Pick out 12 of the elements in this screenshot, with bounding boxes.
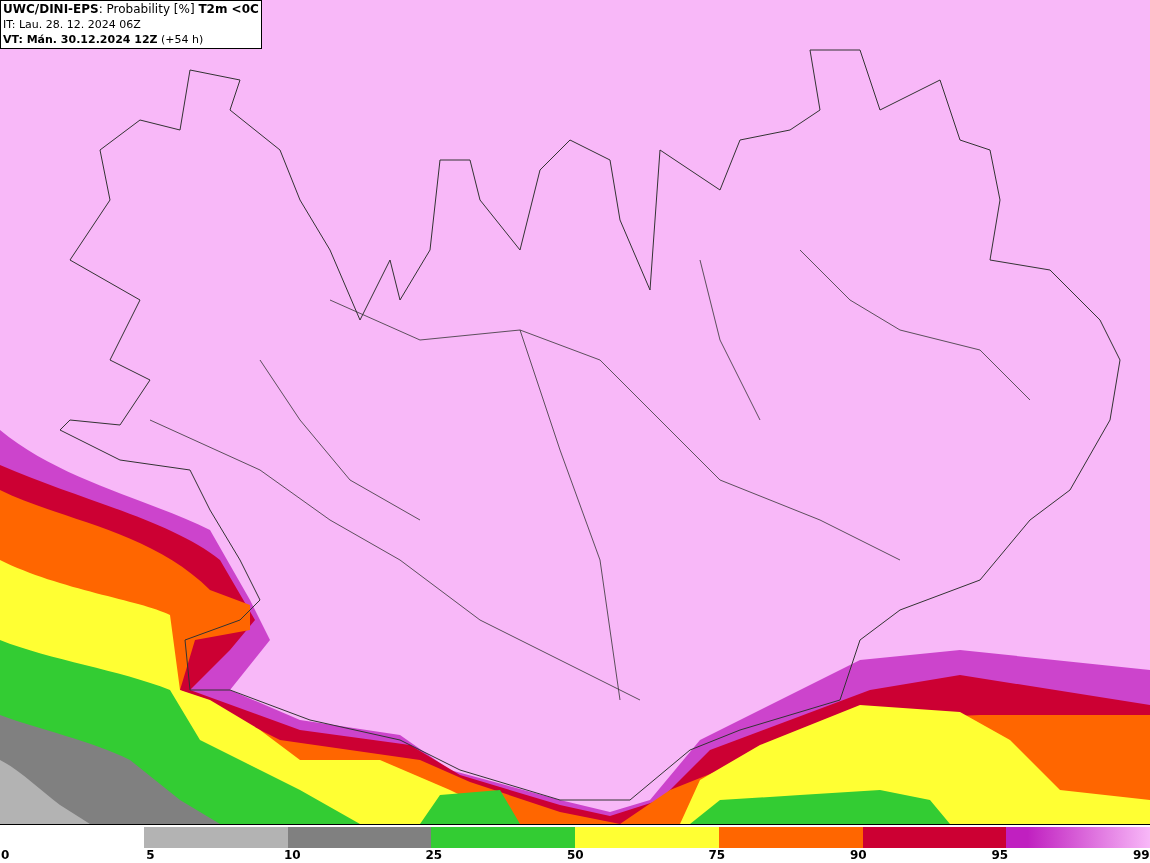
legend-label: 75 — [708, 848, 725, 863]
legend-label: 99 — [1133, 848, 1149, 863]
legend-label: 50 — [567, 848, 583, 863]
legend-label: 95 — [991, 848, 1008, 863]
legend-label: 0 — [1, 848, 11, 863]
title-line: VT: Mán. 30.12.2024 12Z (+54 h) — [3, 32, 205, 47]
legend-label: 10 — [284, 848, 300, 863]
title-line: IT: Lau. 28. 12. 2024 06Z — [3, 17, 142, 32]
title-line: UWC/DINI-EPS: Probability [%] T2m <0C — [3, 2, 259, 17]
legend-label: 5 — [145, 848, 156, 863]
legend-label: 25 — [425, 848, 442, 863]
legend-label: 90 — [850, 848, 866, 863]
